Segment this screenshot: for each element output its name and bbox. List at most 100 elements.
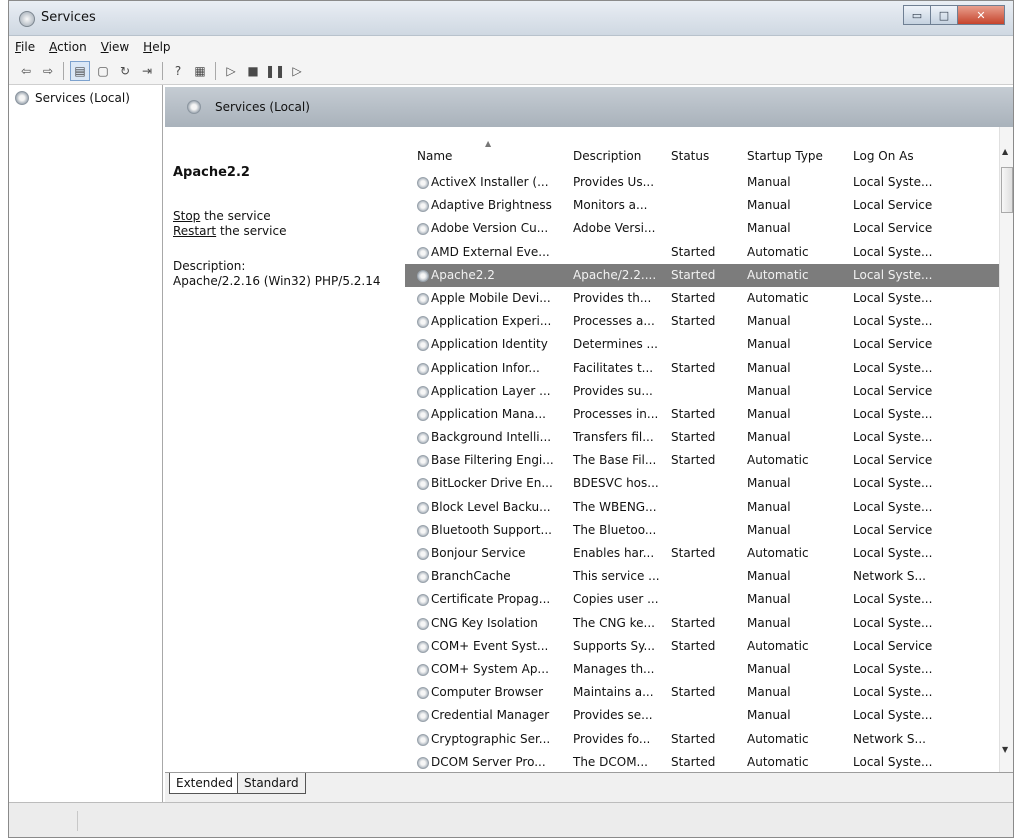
table-row[interactable]: BitLocker Drive En... BDESVC hos... Manual… xyxy=(405,472,1000,495)
column-header-startup-type[interactable]: Startup Type xyxy=(747,149,823,163)
service-gear-icon xyxy=(417,710,429,723)
table-row[interactable]: CNG Key Isolation The CNG ke... Started Man… xyxy=(405,612,1000,635)
menu-file[interactable]: File xyxy=(15,40,35,54)
maximize-button[interactable]: □ xyxy=(931,5,958,25)
table-row[interactable]: COM+ System Ap... Manages th... Manual Loca… xyxy=(405,658,1000,681)
stop-icon[interactable]: ■ xyxy=(244,62,262,80)
export-list-icon[interactable]: ⇥ xyxy=(138,62,156,80)
menu-help[interactable]: Help xyxy=(143,40,170,54)
cell-status: Started xyxy=(671,754,716,769)
table-row[interactable]: Adaptive Brightness Monitors a... Manual Lo… xyxy=(405,194,1000,217)
cell-name: Computer Browser xyxy=(431,685,544,700)
tree-item-services-local[interactable]: Services (Local) xyxy=(15,91,130,105)
back-arrow-icon[interactable]: ⇦ xyxy=(17,62,35,80)
table-row[interactable]: Certificate Propag... Copies user ... Manu… xyxy=(405,588,1000,611)
minimize-button[interactable]: ▭ xyxy=(903,5,931,25)
table-row[interactable]: Adobe Version Cu... Adobe Versi... Manual L… xyxy=(405,217,1000,240)
column-header-description[interactable]: Description xyxy=(573,149,641,163)
play-icon[interactable]: ▷ xyxy=(222,62,240,80)
service-gear-icon xyxy=(417,733,429,746)
table-row[interactable]: Application Identity Determines ... Manual… xyxy=(405,333,1000,356)
table-row[interactable]: Base Filtering Engi... The Base Fil... Sta… xyxy=(405,449,1000,472)
table-row[interactable]: Credential Manager Provides se... Manual Lo… xyxy=(405,704,1000,727)
cell-startup: Manual xyxy=(747,406,791,421)
table-row[interactable]: DCOM Server Pro... The DCOM... Started Auto… xyxy=(405,751,1000,772)
table-row[interactable]: Apache2.2 Apache/2.2.... Started Automatic L… xyxy=(405,263,1000,287)
restart-link-rest: the service xyxy=(216,224,287,238)
scroll-up-icon[interactable]: ▲ xyxy=(1002,147,1008,156)
tab-standard[interactable]: Standard xyxy=(237,773,306,794)
description-text: Apache/2.2.16 (Win32) PHP/5.2.14 xyxy=(173,274,381,288)
menu-view[interactable]: View xyxy=(101,40,129,54)
menu-action[interactable]: Action xyxy=(49,40,87,54)
cell-startup: Manual xyxy=(747,499,791,514)
table-row[interactable]: Bonjour Service Enables har... Started Auto… xyxy=(405,542,1000,565)
cell-logon: Network S... xyxy=(853,569,926,584)
restart-service-link[interactable]: Restart the service xyxy=(173,224,286,238)
cell-description: Manages th... xyxy=(573,661,655,676)
service-gear-icon xyxy=(417,177,429,189)
service-gear-icon xyxy=(417,200,429,213)
menu-view-rest: iew xyxy=(108,40,130,54)
cell-status: Started xyxy=(671,453,716,468)
show-hide-tree-icon[interactable]: ▤ xyxy=(70,61,90,81)
cell-status: Started xyxy=(671,685,716,700)
close-button[interactable]: ✕ xyxy=(958,5,1005,25)
properties-icon[interactable]: ▢ xyxy=(94,62,112,80)
table-row[interactable]: BranchCache This service ... Manual Network… xyxy=(405,565,1000,588)
vertical-scrollbar[interactable]: ▲ ▼ xyxy=(999,127,1013,772)
table-row[interactable]: Cryptographic Ser... Provides fo... Starte… xyxy=(405,728,1000,751)
cell-description: Provides fo... xyxy=(573,731,651,746)
services-list: Name ▲ Description Status Startup Type L… xyxy=(405,127,1013,772)
cell-logon: Local Syste... xyxy=(853,314,933,329)
list-header: Name ▲ Description Status Startup Type L… xyxy=(405,139,1000,169)
cell-name: Background Intelli... xyxy=(431,430,552,445)
cell-name: Cryptographic Ser... xyxy=(431,731,551,746)
scroll-down-icon[interactable]: ▼ xyxy=(1002,745,1008,754)
cell-name: Apple Mobile Devi... xyxy=(431,290,551,305)
column-header-name[interactable]: Name xyxy=(417,149,452,163)
tab-extended[interactable]: Extended xyxy=(169,773,240,794)
cell-startup: Automatic xyxy=(747,267,809,282)
table-row[interactable]: COM+ Event Syst... Supports Sy... Started A… xyxy=(405,635,1000,658)
stop-service-link[interactable]: Stop the service xyxy=(173,209,271,223)
table-row[interactable]: Application Layer ... Provides su... Manua… xyxy=(405,380,1000,403)
refresh-icon[interactable]: ↻ xyxy=(116,62,134,80)
cell-description: Provides su... xyxy=(573,383,653,398)
cell-name: Certificate Propag... xyxy=(431,592,551,607)
cell-name: Application Identity xyxy=(431,337,548,352)
toolbar-separator xyxy=(63,62,64,80)
help-icon[interactable]: ? xyxy=(169,62,187,80)
cell-startup: Manual xyxy=(747,522,791,537)
cell-startup: Manual xyxy=(747,708,791,723)
table-row[interactable]: Computer Browser Maintains a... Started Man… xyxy=(405,681,1000,704)
cell-description: The Bluetoo... xyxy=(573,522,657,537)
service-gear-icon xyxy=(417,316,429,329)
table-row[interactable]: Background Intelli... Transfers fil... Sta… xyxy=(405,426,1000,449)
table-row[interactable]: ActiveX Installer (... Provides Us... Manu… xyxy=(405,171,1000,194)
column-header-status[interactable]: Status xyxy=(671,149,709,163)
table-row[interactable]: AMD External Eve... Started Automatic Local… xyxy=(405,241,1000,264)
table-row[interactable]: Bluetooth Support... The Bluetoo... Manual… xyxy=(405,519,1000,542)
service-gear-icon xyxy=(417,687,429,700)
cell-description: Supports Sy... xyxy=(573,638,655,653)
forward-arrow-icon[interactable]: ⇨ xyxy=(39,62,57,80)
cell-logon: Local Syste... xyxy=(853,430,933,445)
scroll-thumb[interactable] xyxy=(1001,167,1013,213)
cell-logon: Local Syste... xyxy=(853,360,933,375)
cell-status: Started xyxy=(671,360,716,375)
table-row[interactable]: Apple Mobile Devi... Provides th... Starte… xyxy=(405,287,1000,310)
table-row[interactable]: Application Infor... Facilitates t... Star… xyxy=(405,357,1000,380)
table-row[interactable]: Application Mana... Processes in... Starte… xyxy=(405,403,1000,426)
restart-link-accel: Restart xyxy=(173,224,217,238)
column-header-log-on-as[interactable]: Log On As xyxy=(853,149,914,163)
cell-logon: Local Syste... xyxy=(853,661,933,676)
table-row[interactable]: Application Experi... Processes a... Start… xyxy=(405,310,1000,333)
cell-logon: Local Syste... xyxy=(853,592,933,607)
cell-status: Started xyxy=(671,638,716,653)
resume-icon[interactable]: ▷ xyxy=(288,62,306,80)
pause-icon[interactable]: ❚❚ xyxy=(265,62,285,80)
show-action-pane-icon[interactable]: ▦ xyxy=(191,62,209,80)
cell-name: ActiveX Installer (... xyxy=(431,175,549,189)
table-row[interactable]: Block Level Backu... The WBENG... Manual Lo… xyxy=(405,496,1000,519)
